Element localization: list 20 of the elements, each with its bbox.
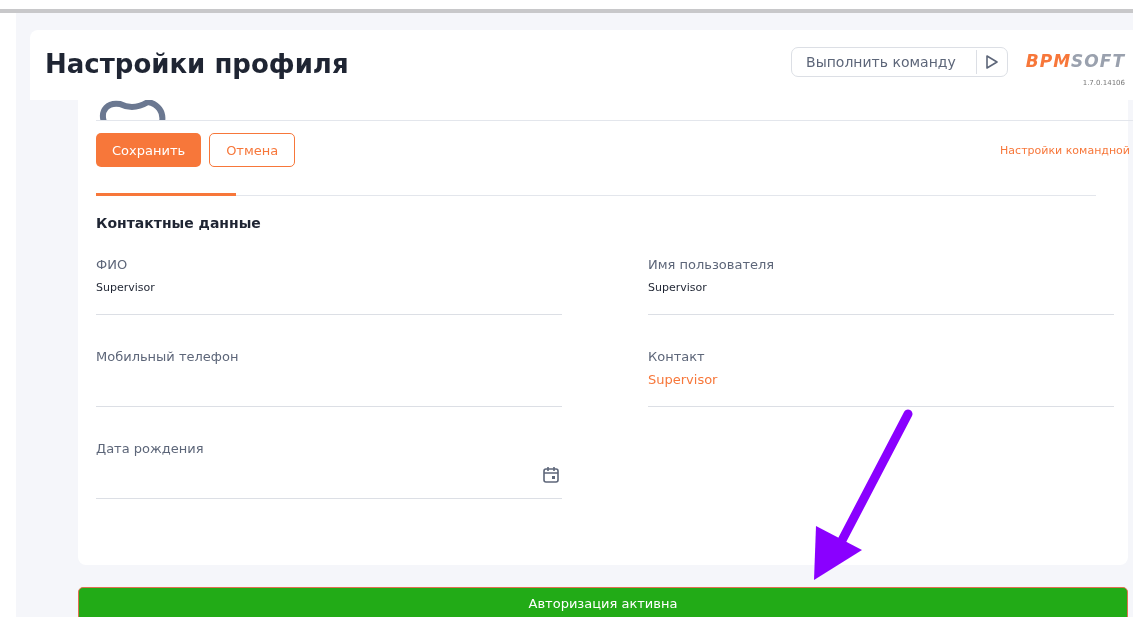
form-field[interactable]: Дата рождения xyxy=(96,433,562,499)
field-label: ФИО xyxy=(96,257,129,272)
form-field[interactable]: Мобильный телефон xyxy=(96,341,562,407)
field-label: Имя пользователя xyxy=(648,257,776,272)
calendar-icon[interactable] xyxy=(542,466,560,484)
section-title: Контактные данные xyxy=(96,215,262,231)
field-label: Мобильный телефон xyxy=(96,349,240,364)
authorization-status-bar: Авторизация активна xyxy=(78,587,1128,617)
logo: BPMSOFT xyxy=(1025,51,1125,71)
form-field[interactable]: Имя пользователя Supervisor xyxy=(648,249,1114,315)
avatar-icon xyxy=(98,100,168,120)
form-field[interactable]: ФИО Supervisor xyxy=(96,249,562,315)
field-label: Контакт xyxy=(648,349,706,364)
play-icon[interactable] xyxy=(984,54,999,70)
form-field[interactable]: Контакт Supervisor xyxy=(648,341,1114,407)
page-title: Настройки профиля xyxy=(45,49,349,79)
field-value: Supervisor xyxy=(648,280,707,294)
field-value: Supervisor xyxy=(96,280,155,294)
field-label: Дата рождения xyxy=(96,441,205,456)
command-field[interactable]: Выполнить команду xyxy=(791,47,1008,77)
